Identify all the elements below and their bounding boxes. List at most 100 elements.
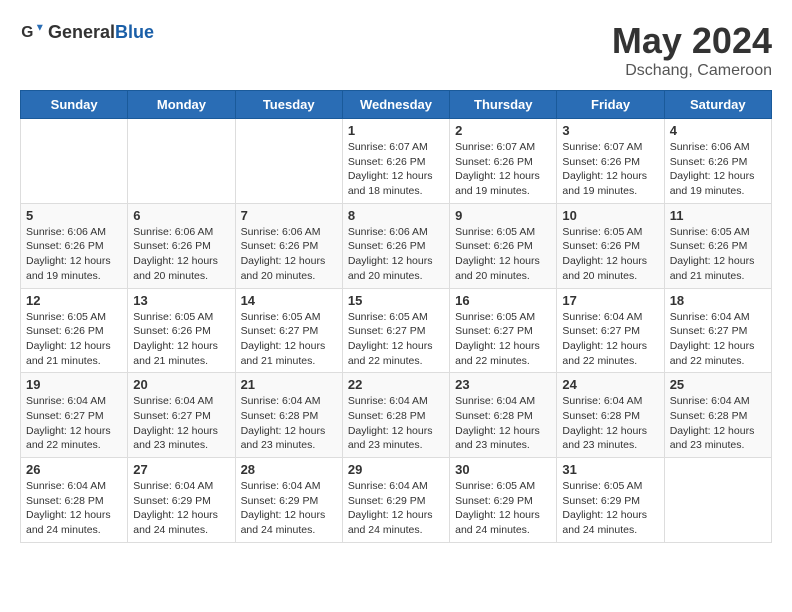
day-info: Sunrise: 6:04 AM Sunset: 6:28 PM Dayligh… [241,394,337,453]
day-info: Sunrise: 6:07 AM Sunset: 6:26 PM Dayligh… [562,140,658,199]
day-info: Sunrise: 6:05 AM Sunset: 6:26 PM Dayligh… [562,225,658,284]
day-info: Sunrise: 6:04 AM Sunset: 6:27 PM Dayligh… [26,394,122,453]
calendar-week-1: 1 Sunrise: 6:07 AM Sunset: 6:26 PM Daylig… [21,119,772,204]
calendar-week-3: 12 Sunrise: 6:05 AM Sunset: 6:26 PM Dayli… [21,288,772,373]
day-number: 26 [26,462,122,477]
day-info: Sunrise: 6:05 AM Sunset: 6:29 PM Dayligh… [562,479,658,538]
day-info: Sunrise: 6:04 AM Sunset: 6:27 PM Dayligh… [133,394,229,453]
day-number: 16 [455,293,551,308]
day-number: 7 [241,208,337,223]
day-headers-row: SundayMondayTuesdayWednesdayThursdayFrid… [21,91,772,119]
day-number: 11 [670,208,766,223]
calendar-cell: 13 Sunrise: 6:05 AM Sunset: 6:26 PM Dayli… [128,288,235,373]
calendar-cell: 16 Sunrise: 6:05 AM Sunset: 6:27 PM Dayli… [450,288,557,373]
day-number: 1 [348,123,444,138]
day-number: 14 [241,293,337,308]
calendar-cell [664,458,771,543]
day-info: Sunrise: 6:04 AM Sunset: 6:28 PM Dayligh… [455,394,551,453]
day-info: Sunrise: 6:04 AM Sunset: 6:29 PM Dayligh… [348,479,444,538]
day-info: Sunrise: 6:04 AM Sunset: 6:29 PM Dayligh… [133,479,229,538]
calendar-cell: 22 Sunrise: 6:04 AM Sunset: 6:28 PM Dayli… [342,373,449,458]
calendar-cell: 12 Sunrise: 6:05 AM Sunset: 6:26 PM Dayli… [21,288,128,373]
day-number: 8 [348,208,444,223]
calendar-header: SundayMondayTuesdayWednesdayThursdayFrid… [21,91,772,119]
calendar-cell: 24 Sunrise: 6:04 AM Sunset: 6:28 PM Dayli… [557,373,664,458]
calendar-cell: 5Sunrise: 6:06 AM Sunset: 6:26 PM Daylig… [21,203,128,288]
logo-general-text: General [48,22,115,42]
day-info: Sunrise: 6:06 AM Sunset: 6:26 PM Dayligh… [348,225,444,284]
day-info: Sunrise: 6:05 AM Sunset: 6:27 PM Dayligh… [455,310,551,369]
day-info: Sunrise: 6:07 AM Sunset: 6:26 PM Dayligh… [455,140,551,199]
day-number: 15 [348,293,444,308]
calendar-cell: 8 Sunrise: 6:06 AM Sunset: 6:26 PM Daylig… [342,203,449,288]
day-number: 6 [133,208,229,223]
day-info: Sunrise: 6:05 AM Sunset: 6:26 PM Dayligh… [26,310,122,369]
day-number: 17 [562,293,658,308]
day-header-friday: Friday [557,91,664,119]
day-number: 19 [26,377,122,392]
day-info: Sunrise: 6:07 AM Sunset: 6:26 PM Dayligh… [348,140,444,199]
calendar-cell: 7Sunrise: 6:06 AM Sunset: 6:26 PM Daylig… [235,203,342,288]
day-number: 24 [562,377,658,392]
day-info: Sunrise: 6:04 AM Sunset: 6:28 PM Dayligh… [670,394,766,453]
page-header: G GeneralBlue May 2024 Dschang, Cameroon [20,20,772,80]
calendar-cell: 20 Sunrise: 6:04 AM Sunset: 6:27 PM Dayli… [128,373,235,458]
day-number: 4 [670,123,766,138]
day-header-saturday: Saturday [664,91,771,119]
title-section: May 2024 Dschang, Cameroon [612,20,772,80]
calendar-cell: 2Sunrise: 6:07 AM Sunset: 6:26 PM Daylig… [450,119,557,204]
calendar-cell: 3 Sunrise: 6:07 AM Sunset: 6:26 PM Daylig… [557,119,664,204]
day-info: Sunrise: 6:05 AM Sunset: 6:29 PM Dayligh… [455,479,551,538]
calendar-cell: 17 Sunrise: 6:04 AM Sunset: 6:27 PM Dayli… [557,288,664,373]
calendar-cell: 26Sunrise: 6:04 AM Sunset: 6:28 PM Dayli… [21,458,128,543]
day-info: Sunrise: 6:05 AM Sunset: 6:27 PM Dayligh… [241,310,337,369]
calendar-cell: 10 Sunrise: 6:05 AM Sunset: 6:26 PM Dayli… [557,203,664,288]
day-info: Sunrise: 6:04 AM Sunset: 6:28 PM Dayligh… [562,394,658,453]
calendar-cell: 18 Sunrise: 6:04 AM Sunset: 6:27 PM Dayli… [664,288,771,373]
day-number: 9 [455,208,551,223]
generalblue-logo-icon: G [20,20,44,44]
day-header-tuesday: Tuesday [235,91,342,119]
day-number: 30 [455,462,551,477]
calendar-cell: 27 Sunrise: 6:04 AM Sunset: 6:29 PM Dayli… [128,458,235,543]
day-info: Sunrise: 6:05 AM Sunset: 6:26 PM Dayligh… [670,225,766,284]
day-info: Sunrise: 6:05 AM Sunset: 6:26 PM Dayligh… [455,225,551,284]
day-number: 28 [241,462,337,477]
day-info: Sunrise: 6:04 AM Sunset: 6:27 PM Dayligh… [562,310,658,369]
svg-text:G: G [21,24,33,41]
day-header-thursday: Thursday [450,91,557,119]
calendar-cell: 4Sunrise: 6:06 AM Sunset: 6:26 PM Daylig… [664,119,771,204]
day-info: Sunrise: 6:04 AM Sunset: 6:27 PM Dayligh… [670,310,766,369]
day-number: 10 [562,208,658,223]
day-number: 27 [133,462,229,477]
calendar-cell: 19 Sunrise: 6:04 AM Sunset: 6:27 PM Dayli… [21,373,128,458]
calendar-cell [21,119,128,204]
day-info: Sunrise: 6:06 AM Sunset: 6:26 PM Dayligh… [26,225,122,284]
month-title: May 2024 [612,20,772,62]
calendar-cell: 23 Sunrise: 6:04 AM Sunset: 6:28 PM Dayli… [450,373,557,458]
day-number: 13 [133,293,229,308]
day-info: Sunrise: 6:04 AM Sunset: 6:29 PM Dayligh… [241,479,337,538]
calendar-cell: 25 Sunrise: 6:04 AM Sunset: 6:28 PM Dayli… [664,373,771,458]
calendar-cell: 15 Sunrise: 6:05 AM Sunset: 6:27 PM Dayli… [342,288,449,373]
logo-blue-text: Blue [115,22,154,42]
day-number: 12 [26,293,122,308]
day-number: 22 [348,377,444,392]
calendar-cell: 31Sunrise: 6:05 AM Sunset: 6:29 PM Dayli… [557,458,664,543]
day-number: 21 [241,377,337,392]
day-header-wednesday: Wednesday [342,91,449,119]
day-info: Sunrise: 6:05 AM Sunset: 6:27 PM Dayligh… [348,310,444,369]
calendar-week-4: 19 Sunrise: 6:04 AM Sunset: 6:27 PM Dayli… [21,373,772,458]
calendar-cell: 6Sunrise: 6:06 AM Sunset: 6:26 PM Daylig… [128,203,235,288]
day-number: 25 [670,377,766,392]
logo: G GeneralBlue [20,20,154,44]
day-number: 23 [455,377,551,392]
day-number: 20 [133,377,229,392]
day-info: Sunrise: 6:05 AM Sunset: 6:26 PM Dayligh… [133,310,229,369]
calendar-cell: 29Sunrise: 6:04 AM Sunset: 6:29 PM Dayli… [342,458,449,543]
day-info: Sunrise: 6:04 AM Sunset: 6:28 PM Dayligh… [348,394,444,453]
calendar-cell: 28 Sunrise: 6:04 AM Sunset: 6:29 PM Dayli… [235,458,342,543]
calendar-cell: 14 Sunrise: 6:05 AM Sunset: 6:27 PM Dayli… [235,288,342,373]
day-number: 3 [562,123,658,138]
day-number: 18 [670,293,766,308]
